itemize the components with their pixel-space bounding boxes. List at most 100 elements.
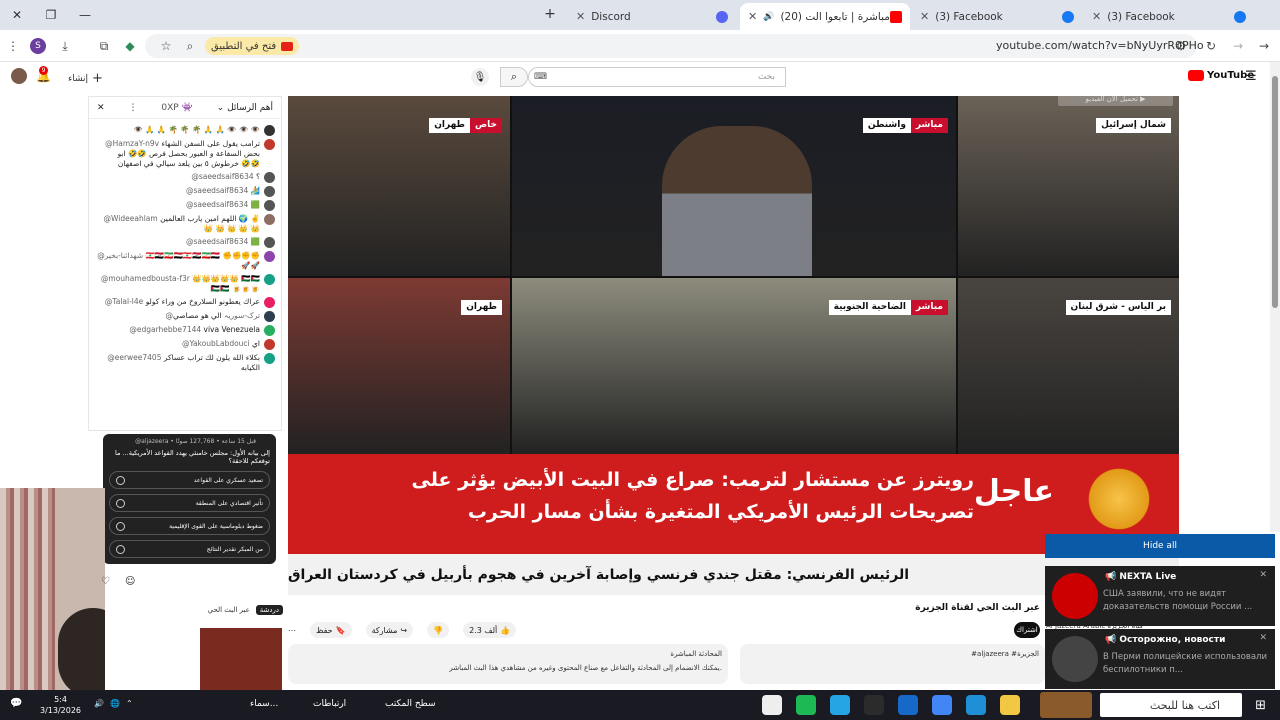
extensions-icon[interactable]: ⧉ — [96, 38, 112, 54]
new-tab-button[interactable]: + — [535, 0, 565, 27]
menu-dots-icon[interactable]: ⋮ — [5, 38, 21, 54]
close-chat-icon[interactable]: ✕ — [97, 103, 105, 113]
chat-send-button[interactable]: دردشة — [255, 605, 283, 615]
search-lens-icon[interactable]: ⌕ — [182, 38, 198, 54]
like-button[interactable]: 2.3 ألف 👍 — [463, 622, 517, 638]
create-button[interactable]: إنشاء + — [68, 71, 103, 86]
radio-icon[interactable] — [116, 475, 125, 485]
search-input[interactable]: بحث — [528, 67, 786, 87]
telegram-icon[interactable] — [830, 695, 850, 715]
tray-up-icon[interactable]: ⌃ — [126, 699, 133, 708]
audio-icon[interactable]: 🔊 — [763, 12, 774, 22]
close-icon[interactable]: ✕ — [748, 10, 757, 23]
url-text[interactable]: youtube.com/watch?v=bNyUyrR0PHo — [996, 39, 1204, 52]
taskbar-search-input[interactable]: اكتب هنا للبحث — [1100, 693, 1242, 717]
poll-option[interactable]: تأثير اقتصادي على المنطقة — [109, 494, 270, 512]
restore-window-button[interactable]: ❐ — [34, 0, 68, 30]
chat-author[interactable]: @Talal-l4e — [105, 297, 143, 306]
radio-icon[interactable] — [116, 498, 125, 508]
avatar[interactable] — [264, 214, 275, 225]
hamburger-menu-icon[interactable]: ☰ — [1245, 69, 1257, 84]
minimize-window-button[interactable]: — — [68, 0, 102, 30]
network-icon[interactable]: 🌐 — [110, 699, 120, 708]
tab-facebook-2[interactable]: ✕ (3) Facebook — [1084, 3, 1254, 30]
chat-author[interactable]: @HamzaY-n9v — [105, 139, 159, 148]
avatar[interactable] — [264, 125, 275, 136]
chrome-icon[interactable] — [932, 695, 952, 715]
microphone-icon[interactable]: 🎙 — [471, 68, 489, 86]
scrollbar-thumb[interactable] — [1272, 76, 1278, 308]
close-icon[interactable]: ✕ — [920, 10, 929, 23]
chat-author[interactable]: @saeedsaif8634 — [186, 237, 248, 246]
chat-author[interactable]: @saeedsaif8634 — [186, 200, 248, 209]
windows-start-icon[interactable]: ⊞ — [1255, 698, 1266, 713]
chat-author[interactable]: @saeedsaif8634 — [191, 172, 253, 181]
avatar[interactable] — [264, 339, 275, 350]
avatar[interactable] — [264, 353, 275, 364]
page-scrollbar[interactable] — [1270, 62, 1280, 532]
search-button[interactable]: ⌕ — [500, 67, 528, 87]
avatar[interactable] — [264, 325, 275, 336]
poll-option[interactable]: من المبكر تقدير النتائج — [109, 540, 270, 558]
tab-aljazeera-live[interactable]: ✕ 🔊 (20) تغطية مباشرة | تابعوا الت... — [740, 3, 910, 30]
avatar[interactable] — [264, 311, 275, 322]
close-icon[interactable]: ✕ — [1259, 570, 1267, 580]
close-icon[interactable]: ✕ — [1092, 10, 1101, 23]
downloads-icon[interactable]: ⤓ — [57, 38, 73, 54]
avatar[interactable] — [11, 68, 27, 84]
poll-option[interactable]: تصعيد عسكري على القواعد — [109, 471, 270, 489]
notification-center-icon[interactable]: 💬 — [10, 698, 22, 709]
edge-icon[interactable] — [966, 695, 986, 715]
video-overlay-tag[interactable]: تحميل الان الفيديو ▶ — [1058, 96, 1173, 106]
avatar[interactable] — [264, 237, 275, 248]
save-button[interactable]: حفظ 🔖 — [310, 622, 352, 638]
clock[interactable]: 5:4 3/13/2026 — [40, 694, 81, 716]
back-icon[interactable]: → — [1256, 38, 1272, 54]
emoji-icon[interactable]: ☺ — [125, 576, 135, 587]
avatar[interactable] — [264, 200, 275, 211]
chat-author[interactable]: @YakoubLabdouci — [182, 339, 250, 348]
chat-input-bar[interactable]: عبر البث الحي دردشة — [100, 600, 283, 620]
close-icon[interactable]: ✕ — [1259, 633, 1267, 643]
search-highlight-image[interactable] — [1040, 692, 1092, 718]
video-player[interactable]: طهران خاص واشنطن مباشر شمال إسرائيل طهران الضا… — [288, 96, 1179, 595]
chat-author[interactable]: @mouhamedbousta-f3r — [101, 274, 190, 283]
tab-facebook-1[interactable]: ✕ (3) Facebook — [912, 3, 1082, 30]
avatar[interactable] — [264, 274, 275, 285]
open-in-app-button[interactable]: فتح في التطبيق — [205, 37, 300, 55]
notification-card[interactable]: 📢 Осторожно, новости В Перми полицейские … — [1045, 629, 1275, 689]
forward-icon[interactable]: → — [1230, 38, 1246, 54]
chat-author[interactable]: @شهدائنا-بخير — [97, 251, 143, 260]
bookmark-star-icon[interactable]: ☆ — [158, 38, 174, 54]
avatar[interactable] — [264, 186, 275, 197]
radio-icon[interactable] — [116, 544, 125, 554]
keyboard-icon[interactable]: ⌨ — [534, 72, 547, 82]
notes-icon[interactable] — [864, 695, 884, 715]
spotify-icon[interactable] — [796, 695, 816, 715]
recommended-thumbnail[interactable] — [200, 628, 282, 690]
chat-author[interactable]: @eerwee7405 — [107, 353, 161, 362]
openai-icon[interactable] — [762, 695, 782, 715]
extension-icon[interactable]: ◆ — [122, 38, 138, 54]
share-button[interactable]: مشاركة ↪ — [365, 622, 414, 638]
weather-label[interactable]: سماء... — [250, 699, 278, 709]
more-options-icon[interactable]: ⋯ — [288, 626, 296, 635]
avatar[interactable] — [264, 172, 275, 183]
mail-icon[interactable] — [898, 695, 918, 715]
volume-icon[interactable]: 🔊 — [94, 699, 104, 708]
close-window-button[interactable]: ✕ — [0, 0, 34, 30]
subscribe-button[interactable]: اشتراك — [1014, 622, 1040, 638]
desktop-button[interactable]: سطح المكتب — [385, 699, 436, 709]
chat-more-icon[interactable]: ⋮ — [128, 103, 137, 113]
radio-icon[interactable] — [116, 521, 125, 531]
avatar[interactable] — [264, 139, 275, 150]
explorer-icon[interactable] — [1000, 695, 1020, 715]
profile-avatar[interactable]: S — [30, 38, 46, 54]
heart-icon[interactable]: ♡ — [101, 576, 110, 587]
notification-card[interactable]: 📢 NEXTA Live США заявили, что не видят до… — [1045, 566, 1275, 626]
reload-icon[interactable]: ↻ — [1203, 38, 1219, 54]
hide-all-button[interactable]: Hide all — [1045, 534, 1275, 558]
chat-author[interactable]: @edgarhebbe7144 — [129, 325, 201, 334]
tab-discord[interactable]: ✕ Discord — [568, 3, 738, 30]
poll-option[interactable]: ضغوط دبلوماسية على القوى الإقليمية — [109, 517, 270, 535]
